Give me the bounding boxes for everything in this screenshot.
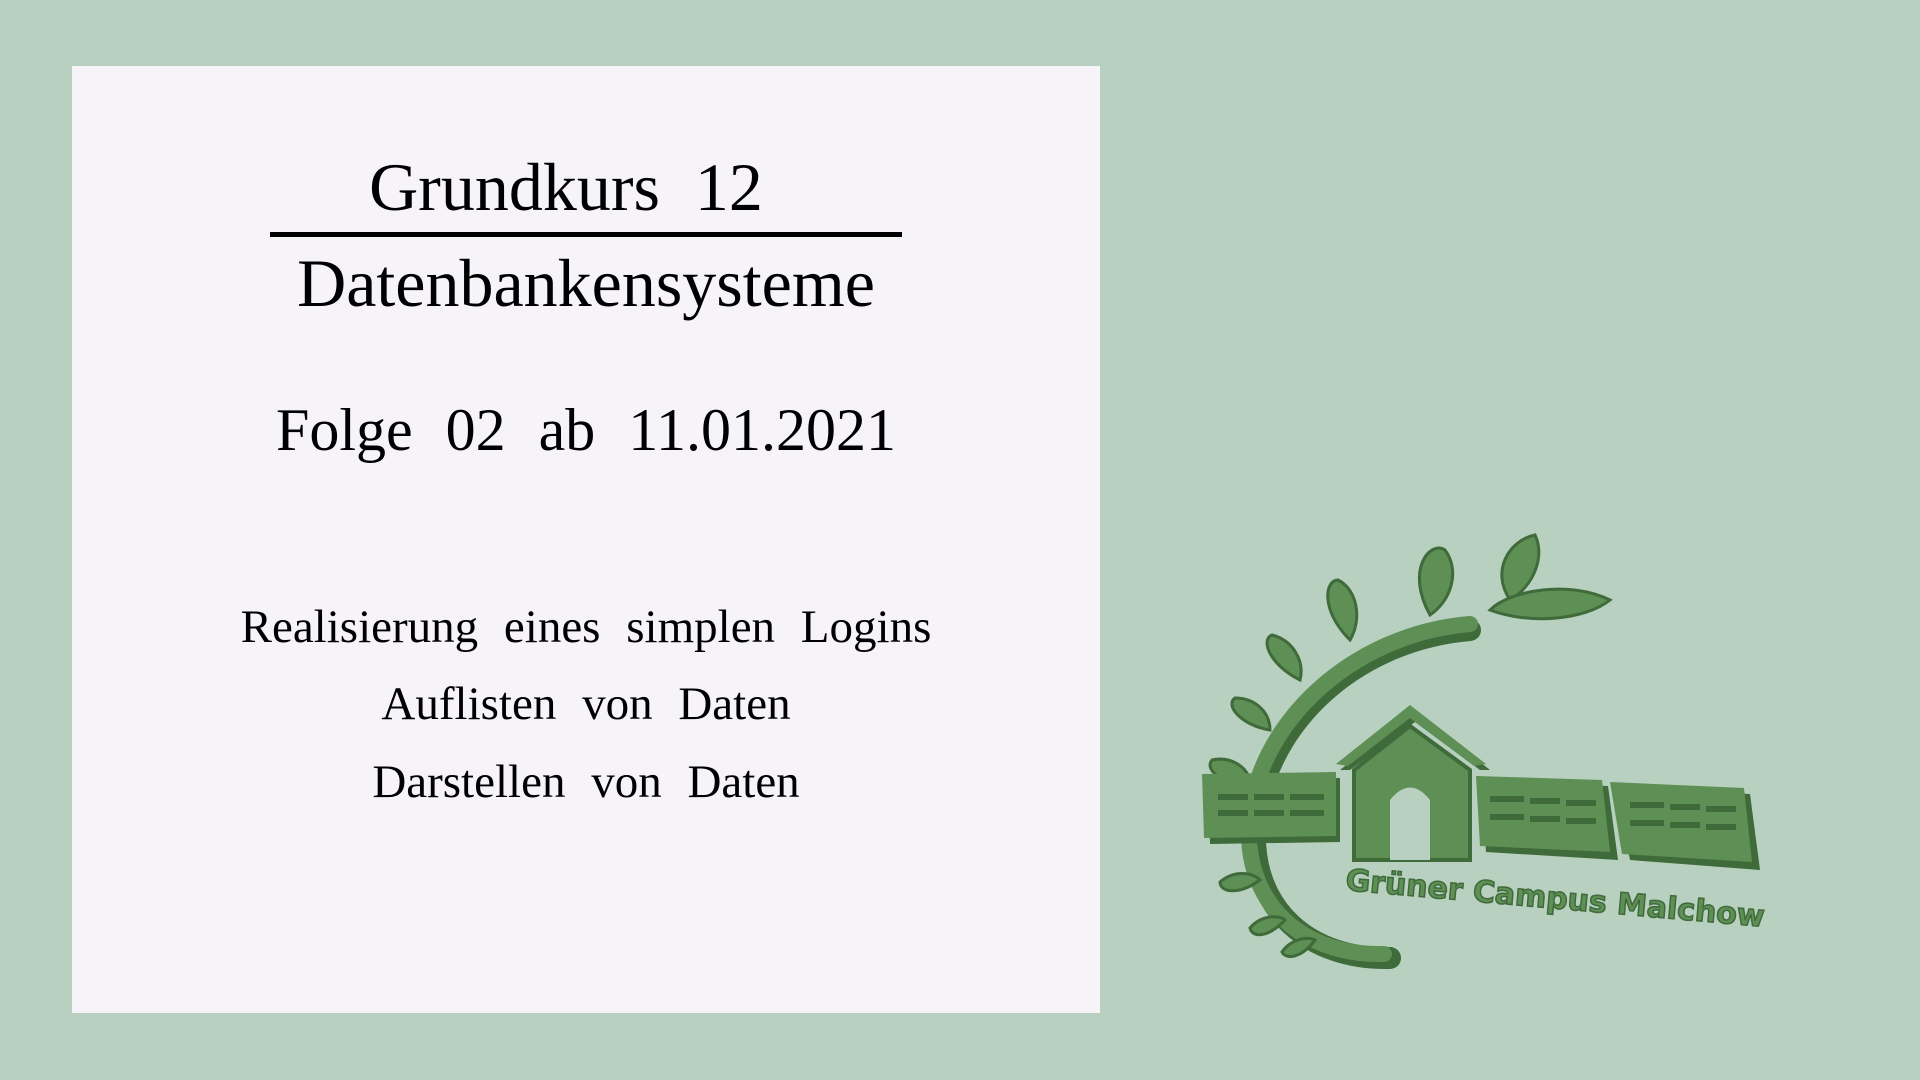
house-icon: [1336, 705, 1490, 862]
logo-text: Grüner Campus Malchow: [1344, 863, 1766, 934]
topic-item-2: Auflisten von Daten: [381, 678, 791, 730]
episode-date: Folge 02 ab 11.01.2021: [275, 397, 897, 463]
topic-item-3: Darstellen von Daten: [372, 756, 800, 808]
course-title: Grundkurs 12: [369, 149, 763, 225]
title-card: Grundkurs 12 Datenbankensysteme Folge 02…: [72, 66, 1100, 1013]
topic-item-1: Realisierung eines simplen Logins: [240, 601, 932, 653]
building-left: [1202, 772, 1340, 844]
title-divider: [270, 232, 902, 237]
green-campus-logo: Grüner Campus Malchow: [1202, 533, 1767, 970]
building-right: [1476, 776, 1760, 870]
subject-title: Datenbankensysteme: [297, 245, 875, 321]
